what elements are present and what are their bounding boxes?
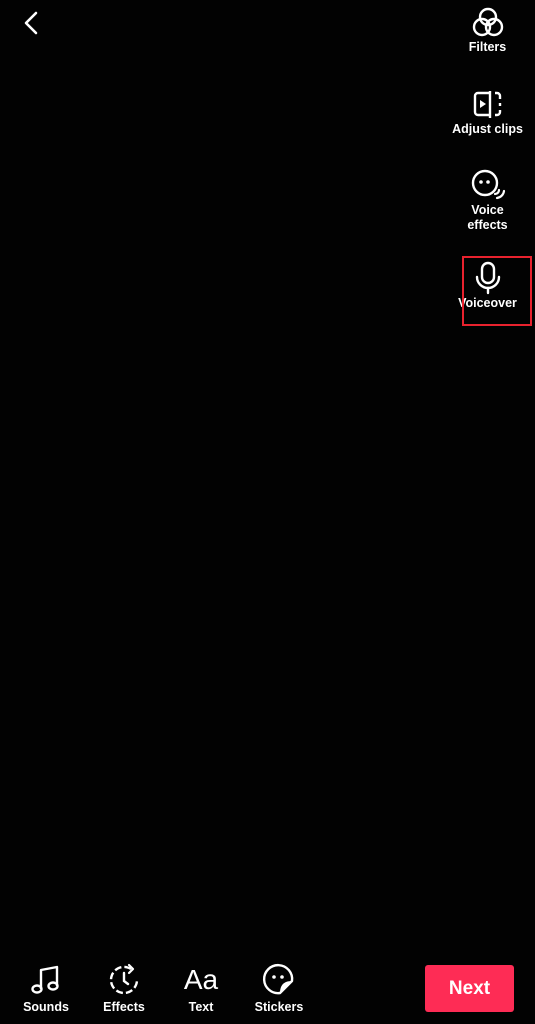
effects-label: Effects — [103, 1000, 145, 1014]
video-preview[interactable] — [0, 0, 535, 1024]
voice-effects-button[interactable]: Voice effects — [440, 167, 535, 233]
filters-label: Filters — [468, 40, 507, 54]
sounds-label: Sounds — [23, 1000, 69, 1014]
filters-icon — [472, 7, 503, 37]
stickers-button[interactable]: Stickers — [244, 963, 314, 1014]
stickers-label: Stickers — [254, 1000, 304, 1014]
text-icon: Aa — [183, 964, 219, 995]
text-label: Text — [188, 1000, 214, 1014]
bottom-toolbar: Sounds Effects Aa Text Stickers Next — [0, 955, 535, 1024]
microphone-icon — [475, 261, 500, 295]
adjust-clips-button[interactable]: Adjust clips — [440, 88, 535, 137]
text-button[interactable]: Aa Text — [166, 963, 236, 1014]
next-button[interactable]: Next — [425, 965, 514, 1012]
chevron-left-icon — [24, 11, 38, 35]
effects-button[interactable]: Effects — [89, 963, 159, 1014]
music-note-icon — [31, 965, 59, 994]
filters-button[interactable]: Filters — [440, 6, 535, 55]
voice-effects-label-line1: Voice — [471, 203, 504, 217]
back-button[interactable] — [18, 8, 48, 40]
voiceover-button[interactable]: Voiceover — [440, 260, 535, 311]
adjust-clips-icon — [473, 91, 501, 118]
sticker-icon — [262, 963, 294, 995]
effects-timer-icon — [109, 963, 139, 995]
voice-effects-icon — [471, 169, 505, 200]
voice-effects-label-line2: effects — [467, 218, 508, 232]
sounds-button[interactable]: Sounds — [11, 963, 81, 1014]
adjust-clips-label: Adjust clips — [452, 122, 523, 136]
voiceover-label: Voiceover — [458, 296, 517, 310]
